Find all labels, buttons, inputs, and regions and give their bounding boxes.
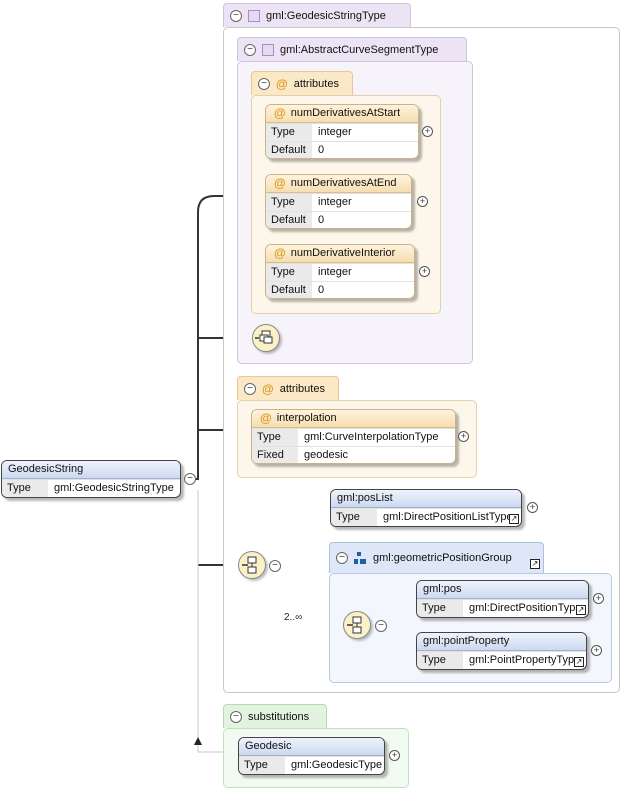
type-value: gml:DirectPositionType — [469, 602, 582, 614]
geometric-position-group-label: gml:geometricPositionGroup — [373, 552, 512, 564]
fixed-key: Fixed — [252, 447, 298, 463]
attribute-name: numDerivativesAtStart — [290, 107, 401, 119]
complex-type-icon — [248, 9, 260, 22]
attribute-num-derivatives-at-start[interactable]: @ numDerivativesAtStart Type integer Defau… — [265, 104, 419, 159]
element-name: gml:pos — [417, 581, 588, 599]
type-key: Type — [266, 124, 312, 141]
attribute-icon: @ — [260, 411, 272, 425]
attribute-icon: @ — [274, 176, 286, 190]
default-value: 0 — [318, 284, 325, 296]
geometric-position-group-tab[interactable]: − gml:geometricPositionGroup ↗ — [329, 542, 544, 573]
collapse-icon[interactable]: − — [244, 43, 256, 56]
type-key: Type — [266, 264, 312, 281]
collapse-icon[interactable]: − — [184, 473, 196, 485]
choice-compositor-icon[interactable] — [238, 551, 266, 579]
element-name: gml:posList — [331, 490, 521, 508]
collapse-icon[interactable]: − — [336, 552, 348, 564]
own-attributes-tab[interactable]: − @ attributes — [237, 376, 339, 400]
element-name: Geodesic — [239, 738, 384, 756]
own-attributes-label: attributes — [279, 382, 325, 395]
type-value: gml:GeodesicStringType — [54, 482, 174, 494]
type-key: Type — [266, 194, 312, 211]
expand-icon[interactable]: + — [527, 502, 538, 513]
attribute-num-derivative-interior[interactable]: @ numDerivativeInterior Type integer Defau… — [265, 244, 415, 299]
type-value: gml:GeodesicType — [291, 759, 383, 771]
sequence-compositor-icon[interactable] — [343, 611, 371, 639]
type-value: gml:PointPropertyType — [469, 654, 581, 666]
substitutions-tab[interactable]: − substitutions — [223, 704, 327, 728]
type-key: Type — [252, 429, 298, 446]
attribute-interpolation[interactable]: @ interpolation Type gml:CurveInterpolatio… — [251, 409, 456, 464]
default-value: 0 — [318, 144, 325, 156]
root-element-geodesic-string[interactable]: GeodesicString Type gml:GeodesicStringTyp… — [1, 460, 181, 498]
substitutions-label: substitutions — [248, 710, 310, 723]
default-key: Default — [266, 142, 312, 158]
cardinality-label: 2..∞ — [284, 612, 303, 623]
type-value: integer — [318, 196, 352, 208]
expand-icon[interactable]: + — [417, 196, 428, 207]
group-icon — [354, 551, 367, 565]
expand-icon[interactable]: + — [591, 645, 602, 656]
default-value: 0 — [318, 214, 325, 226]
type-key: Type — [2, 480, 48, 497]
fixed-value: geodesic — [304, 449, 349, 461]
default-key: Default — [266, 212, 312, 228]
inherited-attributes-tab[interactable]: − @ attributes — [251, 71, 353, 95]
attribute-icon: @ — [274, 106, 286, 120]
type-key: Type — [417, 600, 463, 617]
geodesic-string-type-tab[interactable]: − gml:GeodesicStringType — [223, 3, 411, 27]
expand-icon[interactable]: + — [419, 266, 430, 277]
complex-type-icon — [262, 43, 274, 56]
element-geodesic[interactable]: Geodesic Type gml:GeodesicType — [238, 737, 385, 775]
collapse-icon[interactable]: − — [230, 710, 242, 723]
type-value: gml:DirectPositionListType — [383, 511, 513, 523]
element-pos[interactable]: gml:pos Type gml:DirectPositionType ↗ — [416, 580, 589, 618]
geodesic-string-type-label: gml:GeodesicStringType — [266, 9, 386, 22]
element-name: gml:pointProperty — [417, 633, 586, 651]
attribute-name: numDerivativesAtEnd — [290, 177, 397, 189]
type-value: integer — [318, 266, 352, 278]
sequence-compositor-icon[interactable] — [252, 324, 280, 352]
reference-arrow-icon[interactable]: ↗ — [576, 605, 586, 615]
reference-arrow-icon[interactable]: ↗ — [509, 514, 519, 524]
attribute-icon: @ — [276, 76, 288, 91]
type-key: Type — [239, 757, 285, 774]
default-key: Default — [266, 282, 312, 298]
element-point-property[interactable]: gml:pointProperty Type gml:PointPropertyT… — [416, 632, 587, 670]
type-key: Type — [331, 509, 377, 526]
element-pos-list[interactable]: gml:posList Type gml:DirectPositionListTy… — [330, 489, 522, 527]
element-name: GeodesicString — [2, 461, 180, 479]
abstract-curve-segment-type-tab[interactable]: − gml:AbstractCurveSegmentType — [237, 37, 467, 61]
collapse-icon[interactable]: − — [269, 560, 281, 572]
attribute-icon: @ — [262, 381, 274, 396]
type-value: gml:CurveInterpolationType — [304, 431, 439, 443]
collapse-icon[interactable]: − — [375, 620, 387, 632]
reference-arrow-icon[interactable]: ↗ — [574, 657, 584, 667]
attribute-name: interpolation — [276, 412, 337, 424]
abstract-curve-segment-type-label: gml:AbstractCurveSegmentType — [280, 43, 439, 56]
attribute-icon: @ — [274, 246, 286, 260]
reference-arrow-icon[interactable]: ↗ — [530, 559, 540, 569]
attribute-num-derivatives-at-end[interactable]: @ numDerivativesAtEnd Type integer Default… — [265, 174, 412, 229]
expand-icon[interactable]: + — [593, 593, 604, 604]
collapse-icon[interactable]: − — [244, 382, 256, 395]
expand-icon[interactable]: + — [389, 750, 400, 761]
expand-icon[interactable]: + — [422, 126, 433, 137]
type-key: Type — [417, 652, 463, 669]
inherited-attributes-label: attributes — [293, 77, 339, 90]
type-value: integer — [318, 126, 352, 138]
collapse-icon[interactable]: − — [230, 9, 242, 22]
collapse-icon[interactable]: − — [258, 77, 270, 90]
attribute-name: numDerivativeInterior — [290, 247, 396, 259]
expand-icon[interactable]: + — [458, 431, 469, 442]
